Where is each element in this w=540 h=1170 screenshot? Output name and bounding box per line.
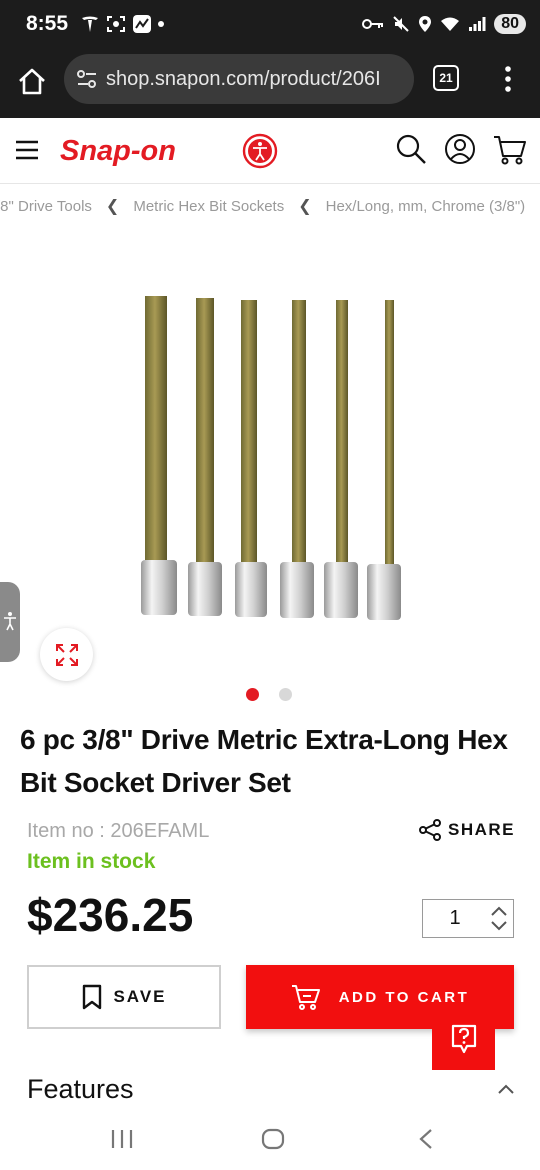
chevron-up-icon[interactable] (489, 904, 509, 918)
carousel-dot-active[interactable] (246, 688, 259, 701)
quantity-arrows[interactable] (487, 900, 513, 937)
add-to-cart-label: ADD TO CART (338, 988, 470, 1006)
share-label: SHARE (448, 820, 516, 839)
account-icon[interactable] (444, 133, 476, 165)
breadcrumb: /8" Drive Tools ❮ Metric Hex Bit Sockets… (0, 196, 540, 218)
bookmark-icon (83, 984, 102, 1010)
accessibility-side-tab[interactable] (0, 582, 20, 662)
save-label: SAVE (113, 987, 167, 1006)
help-chat-icon (451, 1024, 476, 1053)
hex-bit-3 (235, 300, 267, 617)
site-settings-icon[interactable] (76, 69, 98, 89)
chevron-up-icon[interactable] (496, 1083, 516, 1095)
mute-icon (393, 16, 409, 32)
hex-bit-2 (188, 298, 222, 616)
home-icon[interactable] (14, 64, 50, 100)
chevron-left-icon: ❮ (298, 198, 312, 215)
more-options-icon[interactable] (500, 64, 516, 94)
url-text: shop.snapon.com/product/206I (106, 67, 381, 90)
signal-icon (469, 17, 486, 31)
home-icon[interactable] (261, 1128, 285, 1150)
accessibility-person-icon (4, 612, 16, 631)
share-button[interactable]: SHARE (418, 818, 515, 842)
battery-indicator: 80 (494, 14, 526, 34)
status-time: 8:55 (26, 12, 69, 35)
system-navigation-bar (0, 1110, 540, 1170)
hex-bit-6 (367, 300, 401, 620)
chevron-left-icon: ❮ (105, 198, 120, 215)
carousel-dot[interactable] (279, 688, 292, 701)
price: $236.25 (27, 889, 194, 941)
quantity-stepper[interactable]: 1 (422, 899, 514, 938)
item-number: Item no : 206EFAML (27, 820, 210, 842)
tesla-icon (82, 16, 98, 32)
features-section-title[interactable]: Features (27, 1074, 134, 1105)
hamburger-menu-icon[interactable] (16, 140, 38, 160)
search-icon[interactable] (395, 133, 427, 165)
save-button[interactable]: SAVE (27, 965, 221, 1029)
product-title: 6 pc 3/8" Drive Metric Extra-Long Hex Bi… (20, 724, 508, 798)
hex-bit-4 (280, 300, 314, 618)
carousel-indicator (246, 688, 292, 701)
hex-bit-5 (324, 300, 358, 618)
expand-icon (55, 643, 78, 666)
tab-switcher-button[interactable]: 21 (433, 65, 459, 91)
browser-toolbar: shop.snapon.com/product/206I 21 (0, 48, 540, 118)
back-icon[interactable] (416, 1128, 436, 1150)
more-notifications-dot-icon (158, 21, 164, 27)
breadcrumb-item[interactable]: Hex/Long, mm, Chrome (3/8") (326, 198, 526, 215)
key-icon (362, 19, 384, 29)
share-icon (419, 819, 441, 841)
cart-icon[interactable] (493, 134, 527, 166)
system-icons: 80 (362, 12, 526, 36)
breadcrumb-item[interactable]: /8" Drive Tools (0, 198, 92, 215)
wifi-icon (441, 17, 460, 31)
breadcrumb-item[interactable]: Metric Hex Bit Sockets (133, 198, 284, 215)
product-image[interactable] (120, 280, 420, 630)
status-bar: 8:55 80 (0, 0, 540, 48)
address-bar[interactable]: shop.snapon.com/product/206I (64, 54, 414, 104)
cart-icon (291, 985, 320, 1010)
accessibility-icon[interactable] (242, 133, 278, 169)
svg-text:Snap-on: Snap-on (60, 135, 176, 167)
chevron-down-icon[interactable] (489, 919, 509, 933)
recent-apps-icon[interactable] (110, 1128, 134, 1150)
stock-status: Item in stock (27, 850, 156, 873)
expand-image-button[interactable] (40, 628, 93, 681)
notification-icons (80, 13, 164, 35)
hex-bit-1 (141, 296, 177, 615)
screenshot-icon (107, 16, 125, 32)
activity-app-icon (133, 15, 151, 33)
location-icon (419, 16, 432, 32)
site-header: Snap-on (0, 118, 540, 184)
snap-on-logo[interactable]: Snap-on (58, 133, 208, 167)
quantity-value[interactable]: 1 (423, 907, 487, 930)
help-button[interactable] (432, 1007, 495, 1070)
